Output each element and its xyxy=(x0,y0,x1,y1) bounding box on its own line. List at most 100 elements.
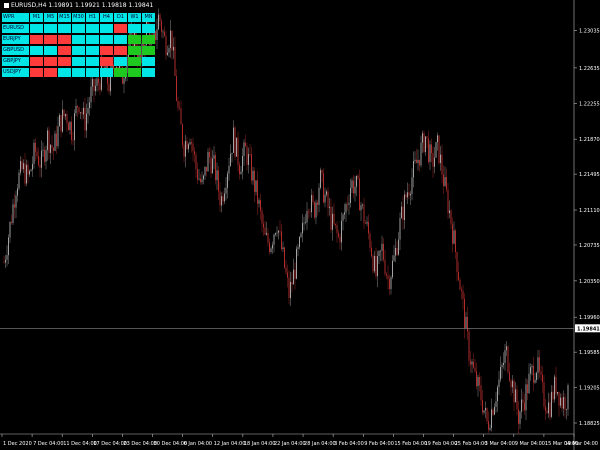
candle-body xyxy=(521,399,522,412)
candle-body xyxy=(372,256,374,272)
strength-row-symbol: USDJPY xyxy=(2,68,29,77)
candle-body xyxy=(12,204,14,224)
strength-cell xyxy=(58,68,71,77)
candle-body xyxy=(177,100,179,108)
price-tick-label: 1.21110 xyxy=(579,208,600,214)
candle-body xyxy=(407,192,408,198)
candle-body xyxy=(239,164,240,175)
candle-body xyxy=(173,46,174,51)
candle-body xyxy=(455,230,456,253)
strength-cell xyxy=(58,24,71,33)
candle-body xyxy=(89,102,90,109)
candle-body xyxy=(363,204,365,224)
candle-body xyxy=(390,277,392,290)
candle-body xyxy=(261,210,263,224)
candle-body xyxy=(530,367,531,374)
candle-body xyxy=(542,374,543,383)
candle-body xyxy=(545,406,546,411)
candle-body xyxy=(339,236,341,243)
candle-body xyxy=(224,193,225,202)
candle-body xyxy=(507,346,509,373)
strength-cell xyxy=(128,46,141,55)
candle-body xyxy=(404,194,405,221)
candle-body xyxy=(300,233,302,237)
candle-body xyxy=(210,157,212,174)
strength-header-m30: M30 xyxy=(72,13,85,22)
candle-body xyxy=(108,83,110,92)
candle-body xyxy=(92,79,93,87)
candle-body xyxy=(345,204,347,213)
candle-body xyxy=(228,165,230,174)
candle-body xyxy=(321,170,323,174)
strength-header-m15: M15 xyxy=(58,13,71,22)
candle-body xyxy=(330,206,332,230)
candle-body xyxy=(245,142,246,147)
candle-body xyxy=(395,247,396,256)
candle-body xyxy=(464,298,465,329)
candle-body xyxy=(299,236,300,248)
current-price-label: 1.19841 xyxy=(577,326,600,332)
strength-cell xyxy=(72,68,85,77)
strength-row: EURJPY xyxy=(2,35,156,45)
time-tick-label: 7 Dec 04:00 xyxy=(33,441,63,447)
candle-body xyxy=(491,409,492,429)
candle-body xyxy=(489,428,491,430)
candle-body xyxy=(342,214,344,221)
candle-body xyxy=(387,275,389,280)
candle-body xyxy=(443,174,444,186)
candle-body xyxy=(251,154,252,181)
time-tick-label: 9 Mar 04:00 xyxy=(515,441,545,447)
candle-body xyxy=(470,360,471,365)
strength-cell xyxy=(86,35,99,44)
candle-body xyxy=(68,123,69,131)
candle-body xyxy=(222,196,224,202)
candle-body xyxy=(531,365,533,368)
candle-body xyxy=(264,227,266,235)
candle-body xyxy=(486,408,488,422)
strength-cell xyxy=(114,57,127,66)
time-tick-label: 3 Mar 04:00 xyxy=(485,441,515,447)
candle-body xyxy=(249,154,251,155)
candle-body xyxy=(456,252,458,273)
candle-body xyxy=(207,151,209,172)
candle-body xyxy=(368,221,369,234)
candle-body xyxy=(42,149,44,151)
strength-cell xyxy=(44,35,57,44)
strength-cell xyxy=(86,24,99,33)
candle-body xyxy=(518,409,519,424)
candle-body xyxy=(353,180,354,194)
candle-body xyxy=(26,164,27,184)
candle-body xyxy=(51,144,53,148)
candle-body xyxy=(204,166,206,176)
candle-body xyxy=(44,149,45,162)
candle-body xyxy=(39,165,41,168)
strength-cell xyxy=(100,46,113,55)
time-tick-label: 17 Dec 04:00 xyxy=(93,441,127,447)
strength-cell xyxy=(72,46,85,55)
candle-body xyxy=(255,180,257,192)
candle-body xyxy=(525,384,527,411)
candle-body xyxy=(350,188,351,203)
candle-body xyxy=(203,175,204,180)
candle-body xyxy=(452,224,453,244)
candle-body xyxy=(506,346,507,351)
candle-body xyxy=(543,382,545,407)
candle-body xyxy=(296,248,297,279)
candle-body xyxy=(459,279,461,290)
candle-body xyxy=(504,350,506,363)
strength-row-symbol: EURJPY xyxy=(2,35,29,44)
candle-body xyxy=(297,247,299,249)
strength-cell xyxy=(142,57,155,66)
candle-body xyxy=(515,389,516,403)
candle-body xyxy=(158,14,159,30)
strength-header-d1: D1 xyxy=(114,13,127,22)
candle-body xyxy=(558,392,560,406)
candle-body xyxy=(236,137,237,157)
candle-body xyxy=(483,410,485,413)
candle-body xyxy=(437,135,438,143)
candle-body xyxy=(272,244,273,249)
candle-body xyxy=(335,223,336,226)
candle-body xyxy=(461,289,462,291)
candle-body xyxy=(560,397,561,406)
candle-body xyxy=(180,108,182,125)
